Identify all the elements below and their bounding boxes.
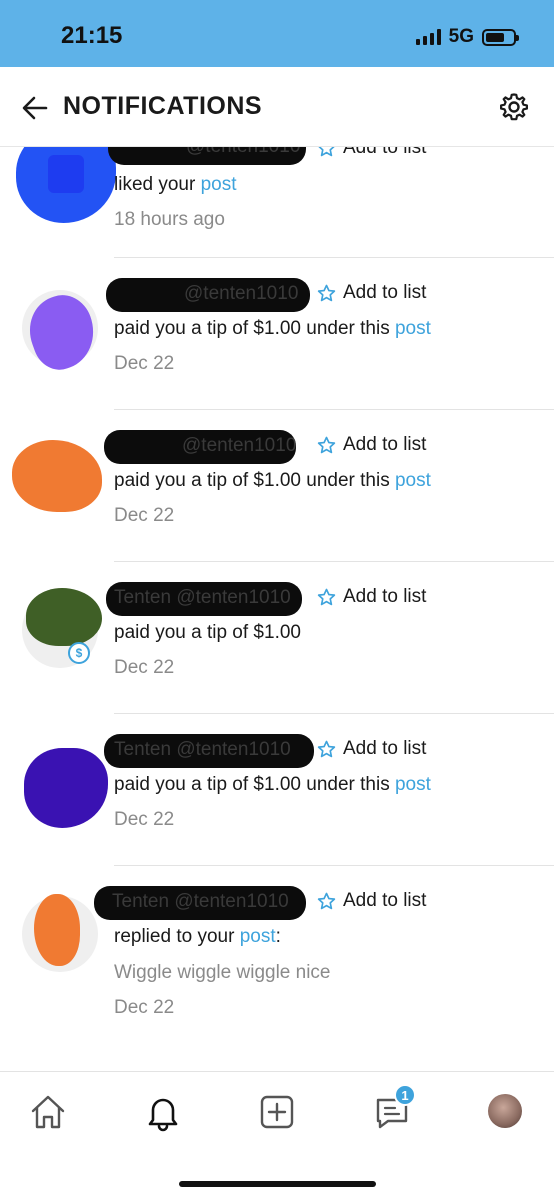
arrow-left-icon (22, 96, 48, 120)
notification-text: liked your post (114, 174, 237, 195)
battery-icon (482, 28, 519, 46)
redacted-username: Tenten @tenten1010 (104, 734, 314, 768)
tab-create-post[interactable] (257, 1092, 297, 1132)
settings-button[interactable] (498, 91, 530, 123)
home-icon (31, 1095, 65, 1129)
home-indicator (179, 1181, 376, 1187)
avatar[interactable] (22, 744, 108, 828)
notification-list: @tenten1010 Add to list liked your post … (0, 147, 554, 1070)
notification-time: Dec 22 (114, 997, 175, 1018)
unread-badge: 1 (394, 1084, 416, 1106)
notification-item[interactable]: @tenten1010 Add to list paid you a tip o… (0, 258, 554, 410)
star-icon (317, 588, 336, 605)
add-to-list-label: Add to list (343, 738, 427, 759)
status-icons: 5G (415, 26, 519, 48)
post-link[interactable]: post (395, 318, 431, 339)
avatar[interactable]: $ (22, 588, 102, 668)
add-to-list-label: Add to list (343, 890, 427, 911)
page-title: NOTIFICATIONS (63, 92, 263, 120)
notification-item[interactable]: Tenten @tenten1010 Add to list replied t… (0, 866, 554, 1056)
post-link[interactable]: post (201, 174, 237, 195)
add-to-list-label: Add to list (343, 147, 427, 158)
star-icon (317, 892, 336, 909)
notification-item[interactable]: Tenten @tenten1010 Add to list paid you … (0, 714, 554, 866)
status-time: 21:15 (61, 22, 123, 49)
plus-square-icon (260, 1095, 294, 1129)
post-link[interactable]: post (240, 926, 276, 947)
star-icon (317, 436, 336, 453)
star-icon (317, 284, 336, 301)
add-to-list-label: Add to list (343, 586, 427, 607)
status-bar: 21:15 5G (0, 0, 554, 67)
notification-text: paid you a tip of $1.00 under this post (114, 470, 431, 491)
bell-icon (148, 1098, 178, 1132)
tab-home[interactable] (28, 1092, 68, 1132)
back-button[interactable] (20, 93, 50, 123)
redacted-username: Tenten @tenten1010 (94, 886, 306, 920)
add-to-list-button[interactable]: Add to list (316, 434, 426, 456)
app-header: NOTIFICATIONS (0, 67, 554, 147)
notification-time: Dec 22 (114, 353, 175, 374)
tab-profile-avatar[interactable] (488, 1094, 522, 1128)
star-icon (318, 147, 335, 156)
add-to-list-label: Add to list (343, 434, 427, 455)
notification-text: paid you a tip of $1.00 under this post (114, 318, 431, 339)
notification-text: replied to your post: (114, 926, 281, 947)
redacted-username: @tenten1010 (104, 430, 296, 464)
gear-icon (500, 93, 528, 121)
add-to-list-button[interactable]: Add to list (316, 890, 426, 912)
avatar[interactable] (22, 894, 98, 972)
star-icon (317, 740, 336, 757)
avatar[interactable] (16, 147, 116, 223)
add-to-list-button[interactable]: Add to list (316, 147, 426, 159)
add-to-list-button[interactable]: Add to list (316, 738, 426, 760)
add-to-list-button[interactable]: Add to list (316, 282, 426, 304)
notification-time: Dec 22 (114, 505, 175, 526)
tab-notifications[interactable] (143, 1092, 183, 1132)
notification-time: Dec 22 (114, 657, 175, 678)
network-label: 5G (448, 26, 474, 47)
redacted-username: @tenten1010 (108, 147, 306, 165)
redacted-username: @tenten1010 (106, 278, 310, 312)
notification-time: 18 hours ago (114, 209, 225, 230)
avatar[interactable] (19, 287, 105, 377)
avatar[interactable] (12, 440, 102, 516)
notification-text: paid you a tip of $1.00 under this post (114, 774, 431, 795)
post-link[interactable]: post (395, 470, 431, 491)
reply-comment: Wiggle wiggle wiggle nice (114, 962, 331, 983)
notification-item[interactable]: @tenten1010 Add to list paid you a tip o… (0, 410, 554, 562)
add-to-list-label: Add to list (343, 282, 427, 303)
signal-icon (415, 29, 441, 45)
notification-item[interactable]: $ Tenten @tenten1010 Add to list paid yo… (0, 562, 554, 714)
tab-messages[interactable]: 1 (372, 1084, 416, 1132)
post-link[interactable]: post (395, 774, 431, 795)
notification-time: Dec 22 (114, 809, 175, 830)
notification-item[interactable]: @tenten1010 Add to list liked your post … (0, 147, 554, 258)
dollar-icon: $ (68, 642, 90, 664)
redacted-username: Tenten @tenten1010 (106, 582, 302, 616)
add-to-list-button[interactable]: Add to list (316, 586, 426, 608)
notification-text: paid you a tip of $1.00 (114, 622, 301, 643)
